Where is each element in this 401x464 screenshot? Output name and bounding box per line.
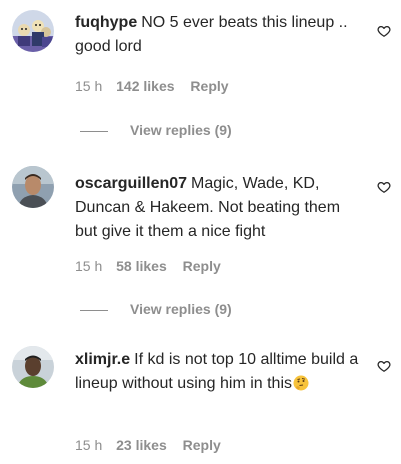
comment-text: xlimjr.e If kd is not top 10 alltime buil… bbox=[75, 348, 365, 396]
heart-outline-icon[interactable] bbox=[377, 24, 391, 38]
comment-meta: 15 h 23 likes Reply bbox=[75, 437, 221, 453]
avatar-cartoon-icon bbox=[12, 10, 54, 52]
avatar-photo-icon bbox=[12, 166, 54, 208]
view-replies-button[interactable]: View replies (9) bbox=[80, 301, 232, 317]
comment-text: fuqhype NO 5 ever beats this lineup .. go… bbox=[75, 11, 365, 59]
reply-button[interactable]: Reply bbox=[190, 78, 228, 94]
comment-text: oscarguillen07 Magic, Wade, KD, Duncan & … bbox=[75, 172, 365, 244]
avatar[interactable] bbox=[12, 10, 54, 52]
avatar-photo-icon bbox=[12, 346, 54, 388]
heart-outline-icon[interactable] bbox=[377, 180, 391, 194]
comment-time: 15 h bbox=[75, 78, 103, 94]
avatar[interactable] bbox=[12, 346, 54, 388]
comment-meta: 15 h 58 likes Reply bbox=[75, 258, 221, 274]
comment-time: 15 h bbox=[75, 258, 103, 274]
comment-meta: 15 h 142 likes Reply bbox=[75, 78, 229, 94]
comment-likes[interactable]: 58 likes bbox=[116, 258, 167, 274]
comment-username[interactable]: xlimjr.e bbox=[75, 351, 130, 368]
comment-time: 15 h bbox=[75, 437, 103, 453]
reply-button[interactable]: Reply bbox=[183, 437, 221, 453]
comment-likes[interactable]: 23 likes bbox=[116, 437, 167, 453]
view-replies-button[interactable]: View replies (9) bbox=[80, 122, 232, 138]
divider-line bbox=[80, 130, 108, 132]
thinking-face-emoji bbox=[293, 375, 309, 391]
divider-line bbox=[80, 309, 108, 311]
view-replies-label: View replies (9) bbox=[130, 301, 232, 317]
comment-likes[interactable]: 142 likes bbox=[116, 78, 174, 94]
reply-button[interactable]: Reply bbox=[183, 258, 221, 274]
comment-username[interactable]: fuqhype bbox=[75, 14, 137, 31]
comment-username[interactable]: oscarguillen07 bbox=[75, 175, 187, 192]
heart-outline-icon[interactable] bbox=[377, 359, 391, 373]
avatar[interactable] bbox=[12, 166, 54, 208]
view-replies-label: View replies (9) bbox=[130, 122, 232, 138]
